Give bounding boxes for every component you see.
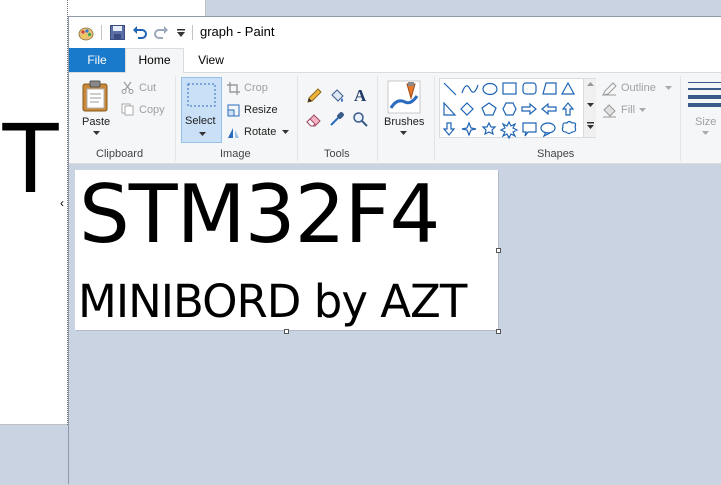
shapes-gallery-scrollbar[interactable]	[583, 79, 596, 137]
crop-button[interactable]: Crop	[244, 82, 268, 94]
drawing-canvas[interactable]: STM32F4 MINIBORD by AZT	[75, 170, 498, 330]
canvas-resize-handle-corner[interactable]	[496, 329, 501, 334]
fill-button[interactable]: Fill	[621, 104, 635, 116]
ribbon-tab-bar: File Home View	[69, 48, 721, 73]
customize-toolbar-chevron-icon[interactable]	[176, 28, 186, 38]
size-button[interactable]: Size	[695, 116, 716, 128]
outline-dropdown-icon[interactable]	[665, 86, 672, 91]
paste-button[interactable]: Paste	[82, 116, 110, 128]
shapes-group-label: Shapes	[537, 148, 575, 160]
rotate-button[interactable]: Rotate	[244, 126, 276, 138]
copy-button[interactable]: Copy	[139, 104, 165, 116]
title-separator	[192, 25, 193, 40]
ribbon-separator	[297, 76, 298, 161]
canvas-resize-handle-right[interactable]	[496, 248, 501, 253]
background-text-glyph: T	[0, 102, 62, 214]
tab-view[interactable]: View	[186, 48, 236, 72]
redo-icon[interactable]	[153, 24, 169, 40]
select-rectangle-icon	[187, 83, 216, 107]
select-label: Select	[185, 115, 216, 127]
size-dropdown-icon[interactable]	[702, 131, 709, 136]
ribbon-separator	[175, 76, 176, 161]
tab-file[interactable]: File	[69, 48, 125, 72]
scroll-down-icon[interactable]	[587, 103, 594, 108]
ribbon-separator	[434, 76, 435, 161]
window-title: graph - Paint	[200, 24, 275, 39]
canvas-resize-handle-bottom[interactable]	[284, 329, 289, 334]
outline-button[interactable]: Outline	[621, 82, 656, 94]
gallery-expand-icon[interactable]	[587, 122, 594, 130]
copy-icon[interactable]	[121, 103, 134, 116]
canvas-text-title: STM32F4	[79, 170, 440, 261]
rotate-dropdown-icon[interactable]	[282, 130, 289, 135]
title-bar: graph - Paint	[69, 17, 721, 48]
eraser-icon[interactable]	[306, 111, 322, 127]
text-tool-icon[interactable]: A	[354, 86, 366, 106]
fill-bucket-icon[interactable]	[329, 88, 345, 104]
brushes-dropdown-icon[interactable]	[400, 131, 407, 136]
paint-window: graph - Paint File Home View Paste Cut C…	[68, 16, 721, 485]
image-group-label: Image	[220, 148, 251, 160]
color-picker-icon[interactable]	[329, 111, 345, 127]
paste-dropdown-icon[interactable]	[93, 131, 100, 136]
fill-icon[interactable]	[602, 104, 617, 118]
paste-icon[interactable]	[81, 80, 111, 112]
paint-app-icon[interactable]	[78, 25, 94, 41]
qat-separator	[101, 25, 102, 40]
desktop-background	[0, 425, 69, 484]
shapes-gallery[interactable]	[439, 78, 596, 139]
tools-group-label: Tools	[324, 148, 350, 160]
select-dropdown-icon[interactable]	[199, 132, 206, 137]
pencil-icon[interactable]	[306, 88, 322, 104]
select-button[interactable]: Select	[181, 77, 222, 143]
crop-icon[interactable]	[227, 82, 240, 95]
scroll-up-icon[interactable]	[587, 82, 594, 87]
ribbon-separator	[680, 76, 681, 161]
undo-icon[interactable]	[132, 24, 148, 40]
rotate-icon[interactable]	[227, 126, 240, 139]
magnifier-icon[interactable]	[352, 111, 368, 127]
resize-button[interactable]: Resize	[244, 104, 278, 116]
fill-dropdown-icon[interactable]	[639, 108, 646, 113]
canvas-workspace[interactable]: STM32F4 MINIBORD by AZT	[69, 165, 721, 485]
ribbon-home: Paste Cut Copy Clipboard Select Crop Res…	[69, 72, 721, 164]
cut-button[interactable]: Cut	[139, 82, 156, 94]
shapes-gallery-items	[442, 81, 577, 139]
save-icon[interactable]	[110, 25, 125, 40]
brushes-button[interactable]: Brushes	[384, 116, 424, 128]
tab-home[interactable]: Home	[125, 48, 184, 73]
ribbon-separator	[377, 76, 378, 161]
canvas-text-subtitle: MINIBORD by AZT	[78, 275, 467, 328]
clipboard-group-label: Clipboard	[96, 148, 144, 160]
brushes-icon[interactable]	[387, 80, 421, 114]
background-caret: ‹	[60, 196, 64, 210]
cut-icon[interactable]	[121, 81, 134, 94]
size-icon[interactable]	[688, 81, 721, 107]
outline-icon[interactable]	[602, 82, 617, 96]
resize-icon[interactable]	[227, 104, 240, 117]
